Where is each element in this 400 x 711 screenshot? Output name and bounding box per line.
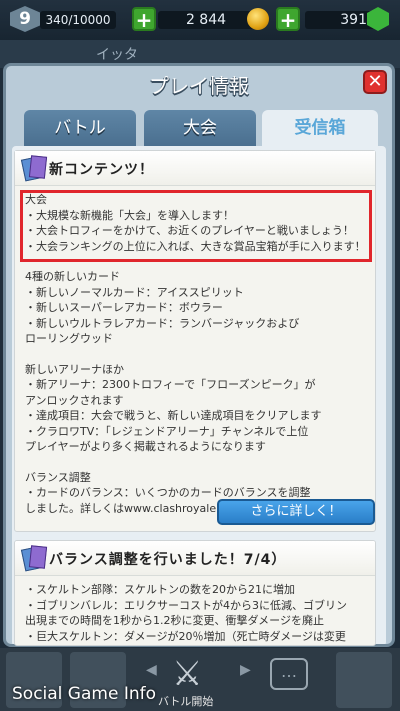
card-line: ・新しいウルトラレアカード：ランバージャックおよび (25, 316, 300, 330)
resource-bar: 9 340/10000 + 2 844 + 391 (0, 0, 400, 40)
learn-more-button[interactable]: さらに詳しく！ (217, 499, 375, 525)
highlight-box (20, 190, 372, 262)
chevron-right-icon: ▶ (240, 662, 251, 678)
tab-battle[interactable]: バトル (24, 110, 136, 146)
card-header: バランス調整を行いました！7/4） (15, 541, 375, 576)
cards-icon (20, 155, 48, 182)
card-line: ・新しいスーパーレアカード：ボウラー (25, 301, 223, 314)
background-text: イッタ (96, 47, 138, 63)
card-line: ・巨大スケルトン：ダメージが20％増加（死亡時ダメージは変更 (25, 629, 346, 643)
xp-counter-text: 340/10000 (40, 11, 116, 29)
battle-start-label: バトル開始 (158, 695, 214, 708)
card-line: ・クラロワTV：「レジェンドアリーナ」チャンネルで上位 (25, 424, 309, 438)
card-line: バランス調整 (25, 470, 91, 484)
watermark: Social Game Info (12, 684, 156, 704)
cards-icon (20, 545, 48, 572)
modal-title: プレイ情報 (149, 74, 249, 98)
level-badge: 9 (10, 6, 40, 32)
tab-inbox-label: 受信箱 (294, 118, 346, 138)
chevron-left-icon: ◀ (146, 662, 157, 678)
card-line: ローリングウッド (25, 332, 113, 345)
tab-inbox[interactable]: 受信箱 (262, 110, 378, 146)
card-line: プレイヤーがより多く掲載されるようになります (25, 440, 266, 453)
gem-counter: 391 (305, 11, 375, 29)
tab-tournament-label: 大会 (183, 118, 217, 138)
add-gems-button[interactable]: + (276, 7, 300, 31)
card-line: 4種の新しいカード (25, 270, 120, 283)
close-icon[interactable]: ✕ (363, 70, 387, 94)
nav-clan-tile[interactable] (336, 652, 392, 708)
chat-icon[interactable]: … (270, 658, 308, 690)
card-title: バランス調整を行いました！7/4） (49, 552, 287, 568)
card-header: 新コンテンツ！ (15, 151, 375, 186)
card-line: 新しいアリーナほか (25, 362, 124, 376)
tab-battle-label: バトル (54, 118, 106, 138)
gold-coin-icon (247, 8, 269, 30)
card-line: ・新しいノーマルカード：アイススピリット (25, 285, 244, 299)
add-gold-button[interactable]: + (132, 7, 156, 31)
card-line: 出現までの時間を1秒から1.2秒に変更、衝撃ダメージを廃止 (25, 614, 324, 627)
news-card-balance: バランス調整を行いました！7/4） ・スケルトン部隊：スケルトンの数を20から2… (14, 540, 376, 646)
gold-counter: 2 844 (158, 11, 254, 29)
card-line: ・達成項目：大会で戦うと、新しい達成項目をクリアします (25, 409, 322, 422)
card-line: ・スケルトン部隊：スケルトンの数を20から21に増加 (25, 583, 295, 596)
card-body: ・スケルトン部隊：スケルトンの数を20から21に増加 ・ゴブリンバレル：エリクサ… (15, 576, 375, 644)
card-line: ・新アリーナ：2300トロフィーで「フローズンピーク」が (25, 378, 316, 391)
card-title: 新コンテンツ！ (49, 162, 154, 178)
crossed-swords-icon[interactable]: ⚔ (172, 654, 202, 694)
tab-tournament[interactable]: 大会 (144, 110, 256, 146)
card-line: ・ゴブリンバレル：エリクサーコストが4から3に低減、ゴブリン (25, 598, 347, 612)
card-line: アンロックされます (25, 393, 124, 407)
